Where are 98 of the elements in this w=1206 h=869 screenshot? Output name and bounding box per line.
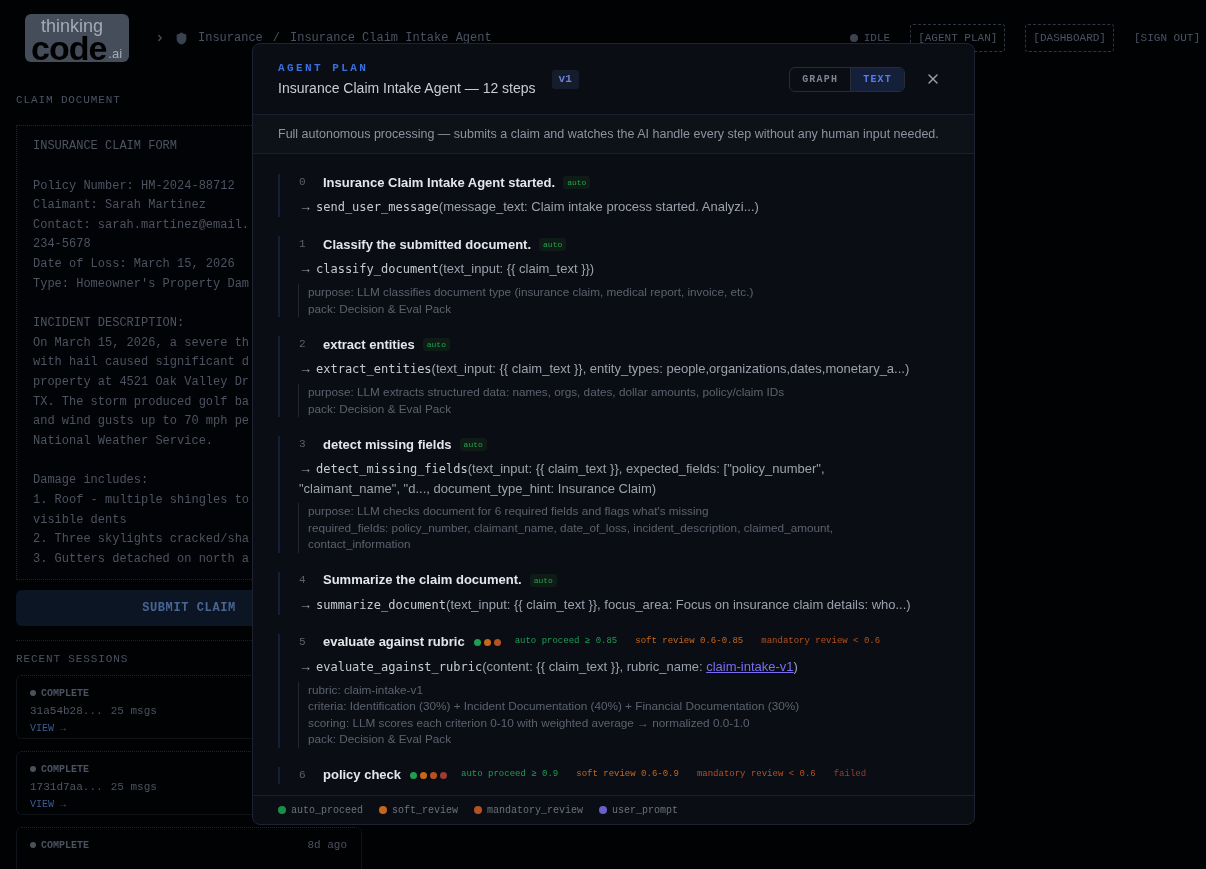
tool-call-text: → detect_missing_fields(text_input: {{ claim_text }}, expected_fields: ["policy_number", "claimant_name", "d..., document_type_hint: Insurance Claim)	[299, 460, 826, 498]
claim-text-line: 3. Gutters detached on north a	[33, 550, 250, 568]
status-text: IDLE	[863, 30, 891, 46]
nav-button[interactable]: [DASHBOARD]	[1025, 23, 1114, 53]
view-tab[interactable]: GRAPH	[790, 67, 851, 91]
gate-threshold-text: mandatory review < 0.6	[696, 768, 816, 782]
auto-badge: auto	[529, 573, 557, 587]
step-number: 1	[299, 237, 307, 253]
gate-threshold-text: auto proceed ≥ 0.85	[514, 635, 618, 649]
breadcrumb-link[interactable]: Insurance Claim Intake Agent	[290, 29, 492, 47]
step-number: 4	[299, 572, 307, 588]
claim-text-line: 1. Roof - multiple shingles to	[33, 491, 250, 509]
version-badge: v1	[551, 69, 579, 89]
gate-threshold-text: soft review 0.6-0.85	[635, 635, 744, 649]
rubric-link[interactable]: claim-intake-v1	[706, 658, 794, 674]
claim-text-line: INCIDENT DESCRIPTION:	[33, 315, 185, 333]
claim-text-line: 2. Three skylights cracked/sha	[33, 531, 250, 549]
step-title: detect missing fields	[323, 435, 452, 454]
claim-text-line: Contact: sarah.martinez@email.	[33, 216, 250, 234]
step-title: Classify the submitted document.	[323, 235, 532, 254]
session-status: COMPLETE	[41, 686, 89, 701]
auto-badge: auto	[422, 338, 450, 351]
claim-text-line: TX. The storm produced golf ba	[33, 393, 250, 411]
claim-text-line: Date of Loss: March 15, 2026	[33, 255, 235, 273]
session-time: 8d ago	[307, 837, 347, 853]
step-number: 5	[299, 634, 307, 650]
legend-label: soft_review	[392, 803, 459, 818]
step-title: evaluate against rubric	[323, 633, 465, 652]
view-link[interactable]: VIEW →	[30, 796, 66, 814]
session-id: 31a54b28...	[30, 703, 103, 719]
step-detail-text: purpose: LLM checks document for 6 required fields and flags what's missing	[308, 503, 710, 519]
gate-threshold-text: mandatory review < 0.6	[761, 635, 881, 649]
claim-text-line: property at 4521 Oak Valley Dr	[33, 373, 250, 391]
legend-label: mandatory_review	[487, 803, 584, 818]
step-number: 2	[299, 337, 307, 353]
claim-text-line: visible dents	[33, 511, 127, 529]
tool-call-text: → send_user_message(message_text: Claim intake process started. Analyzi...)	[299, 198, 760, 216]
claim-text-line: National Weather Service.	[33, 432, 214, 450]
step-detail-text: purpose: LLM extracts structured data: names, orgs, dates, dollar amounts, policy/claim IDs	[308, 384, 786, 400]
step-detail-text: purpose: LLM classifies document type (insurance claim, medical report, invoice, etc.)	[308, 284, 755, 300]
step-number: 3	[299, 437, 307, 453]
session-status: COMPLETE	[41, 838, 89, 853]
view-tab[interactable]: TEXT	[850, 67, 904, 91]
logo-text: code	[31, 35, 107, 61]
session-status: COMPLETE	[41, 762, 89, 777]
status-dot-icon	[30, 842, 36, 848]
legend-label: auto_proceed	[291, 803, 363, 818]
step-detail-text: pack: Decision & Eval Pack	[308, 300, 453, 317]
logo-text: thinking	[41, 17, 104, 35]
step-detail-text: pack: Decision & Eval Pack	[308, 400, 453, 417]
session-message-count: 25 msgs	[110, 703, 157, 719]
auto-badge: auto	[459, 438, 487, 451]
logo-text: .ai	[108, 47, 123, 61]
step-title: Summarize the claim document.	[323, 571, 522, 590]
tool-call-text: → classify_document(text_input: {{ claim_text }})	[299, 260, 596, 278]
tool-call-text: → extract_entities(text_input: {{ claim_text }}, entity_types: people,organizations,dates,monetary_a...)	[299, 360, 911, 378]
claim-text-line: INSURANCE CLAIM FORM	[33, 138, 178, 155]
step-title: policy check	[323, 766, 402, 785]
claim-text-line: Type: Homeowner's Property Dam	[33, 275, 250, 293]
session-message-count: 25 msgs	[110, 779, 157, 795]
claim-text-line: On March 15, 2026, a severe th	[33, 334, 250, 352]
step-detail-text: rubric: claim-intake-v1	[308, 681, 424, 698]
chevron-icon	[155, 33, 165, 43]
status-dot-icon	[30, 690, 36, 696]
legend-label: user_prompt	[612, 803, 679, 818]
session-id: 1731d7aa...	[30, 779, 103, 795]
view-link[interactable]: VIEW →	[30, 720, 66, 738]
tool-call-text: → evaluate_against_rubric(content: {{ claim_text }}, rubric_name: claim-intake-v1)	[299, 657, 799, 676]
status-dot-icon	[849, 34, 858, 42]
section-label: CLAIM DOCUMENT	[16, 94, 121, 106]
section-label: RECENT SESSIONS	[16, 653, 129, 665]
claim-text-line: with hail caused significant d	[33, 354, 250, 372]
step-number: 0	[299, 175, 307, 191]
nav-button[interactable]: [SIGN OUT]	[1134, 24, 1200, 52]
dialog-title: Insurance Claim Intake Agent — 12 steps	[278, 79, 536, 97]
gate-threshold-text: failed	[833, 768, 867, 782]
step-title: extract entities	[323, 335, 415, 354]
claim-text-line: Damage includes:	[33, 472, 149, 490]
claim-text-line: and wind gusts up to 70 mph pe	[33, 413, 250, 431]
claim-text-line: 234-5678	[33, 236, 91, 254]
auto-badge: auto	[539, 238, 567, 251]
shield-icon	[175, 31, 188, 45]
auto-badge: auto	[563, 176, 591, 189]
step-detail-text: pack: Decision & Eval Pack	[308, 731, 453, 747]
gate-threshold-text: soft review 0.6-0.9	[576, 768, 679, 782]
claim-text-line: Claimant: Sarah Martinez	[33, 197, 206, 215]
dialog-eyebrow: AGENT PLAN	[278, 61, 369, 74]
gate-threshold-text: auto proceed ≥ 0.9	[461, 768, 559, 782]
breadcrumb-separator: /	[272, 30, 280, 47]
step-detail-text: scoring: LLM scores each criterion 0-10 with weighted average → normalized 0.0-1.0	[308, 714, 751, 731]
breadcrumb-link[interactable]: Insurance	[198, 29, 263, 47]
step-title: Insurance Claim Intake Agent started.	[323, 173, 556, 192]
dialog-description: Full autonomous processing — submits a claim and watches the AI handle every step without any human input needed.	[278, 125, 939, 143]
status-dot-icon	[30, 766, 36, 772]
step-detail-text: criteria: Identification (30%) + Incident Documentation (40%) + Financial Documentation (30%)	[308, 698, 801, 714]
step-detail-text: required_fields: policy_number, claimant_name, date_of_loss, incident_description, claimed_amount, contact_information	[308, 519, 835, 552]
claim-text-line: Policy Number: HM-2024-88712	[33, 177, 235, 195]
step-number: 6	[299, 767, 307, 783]
